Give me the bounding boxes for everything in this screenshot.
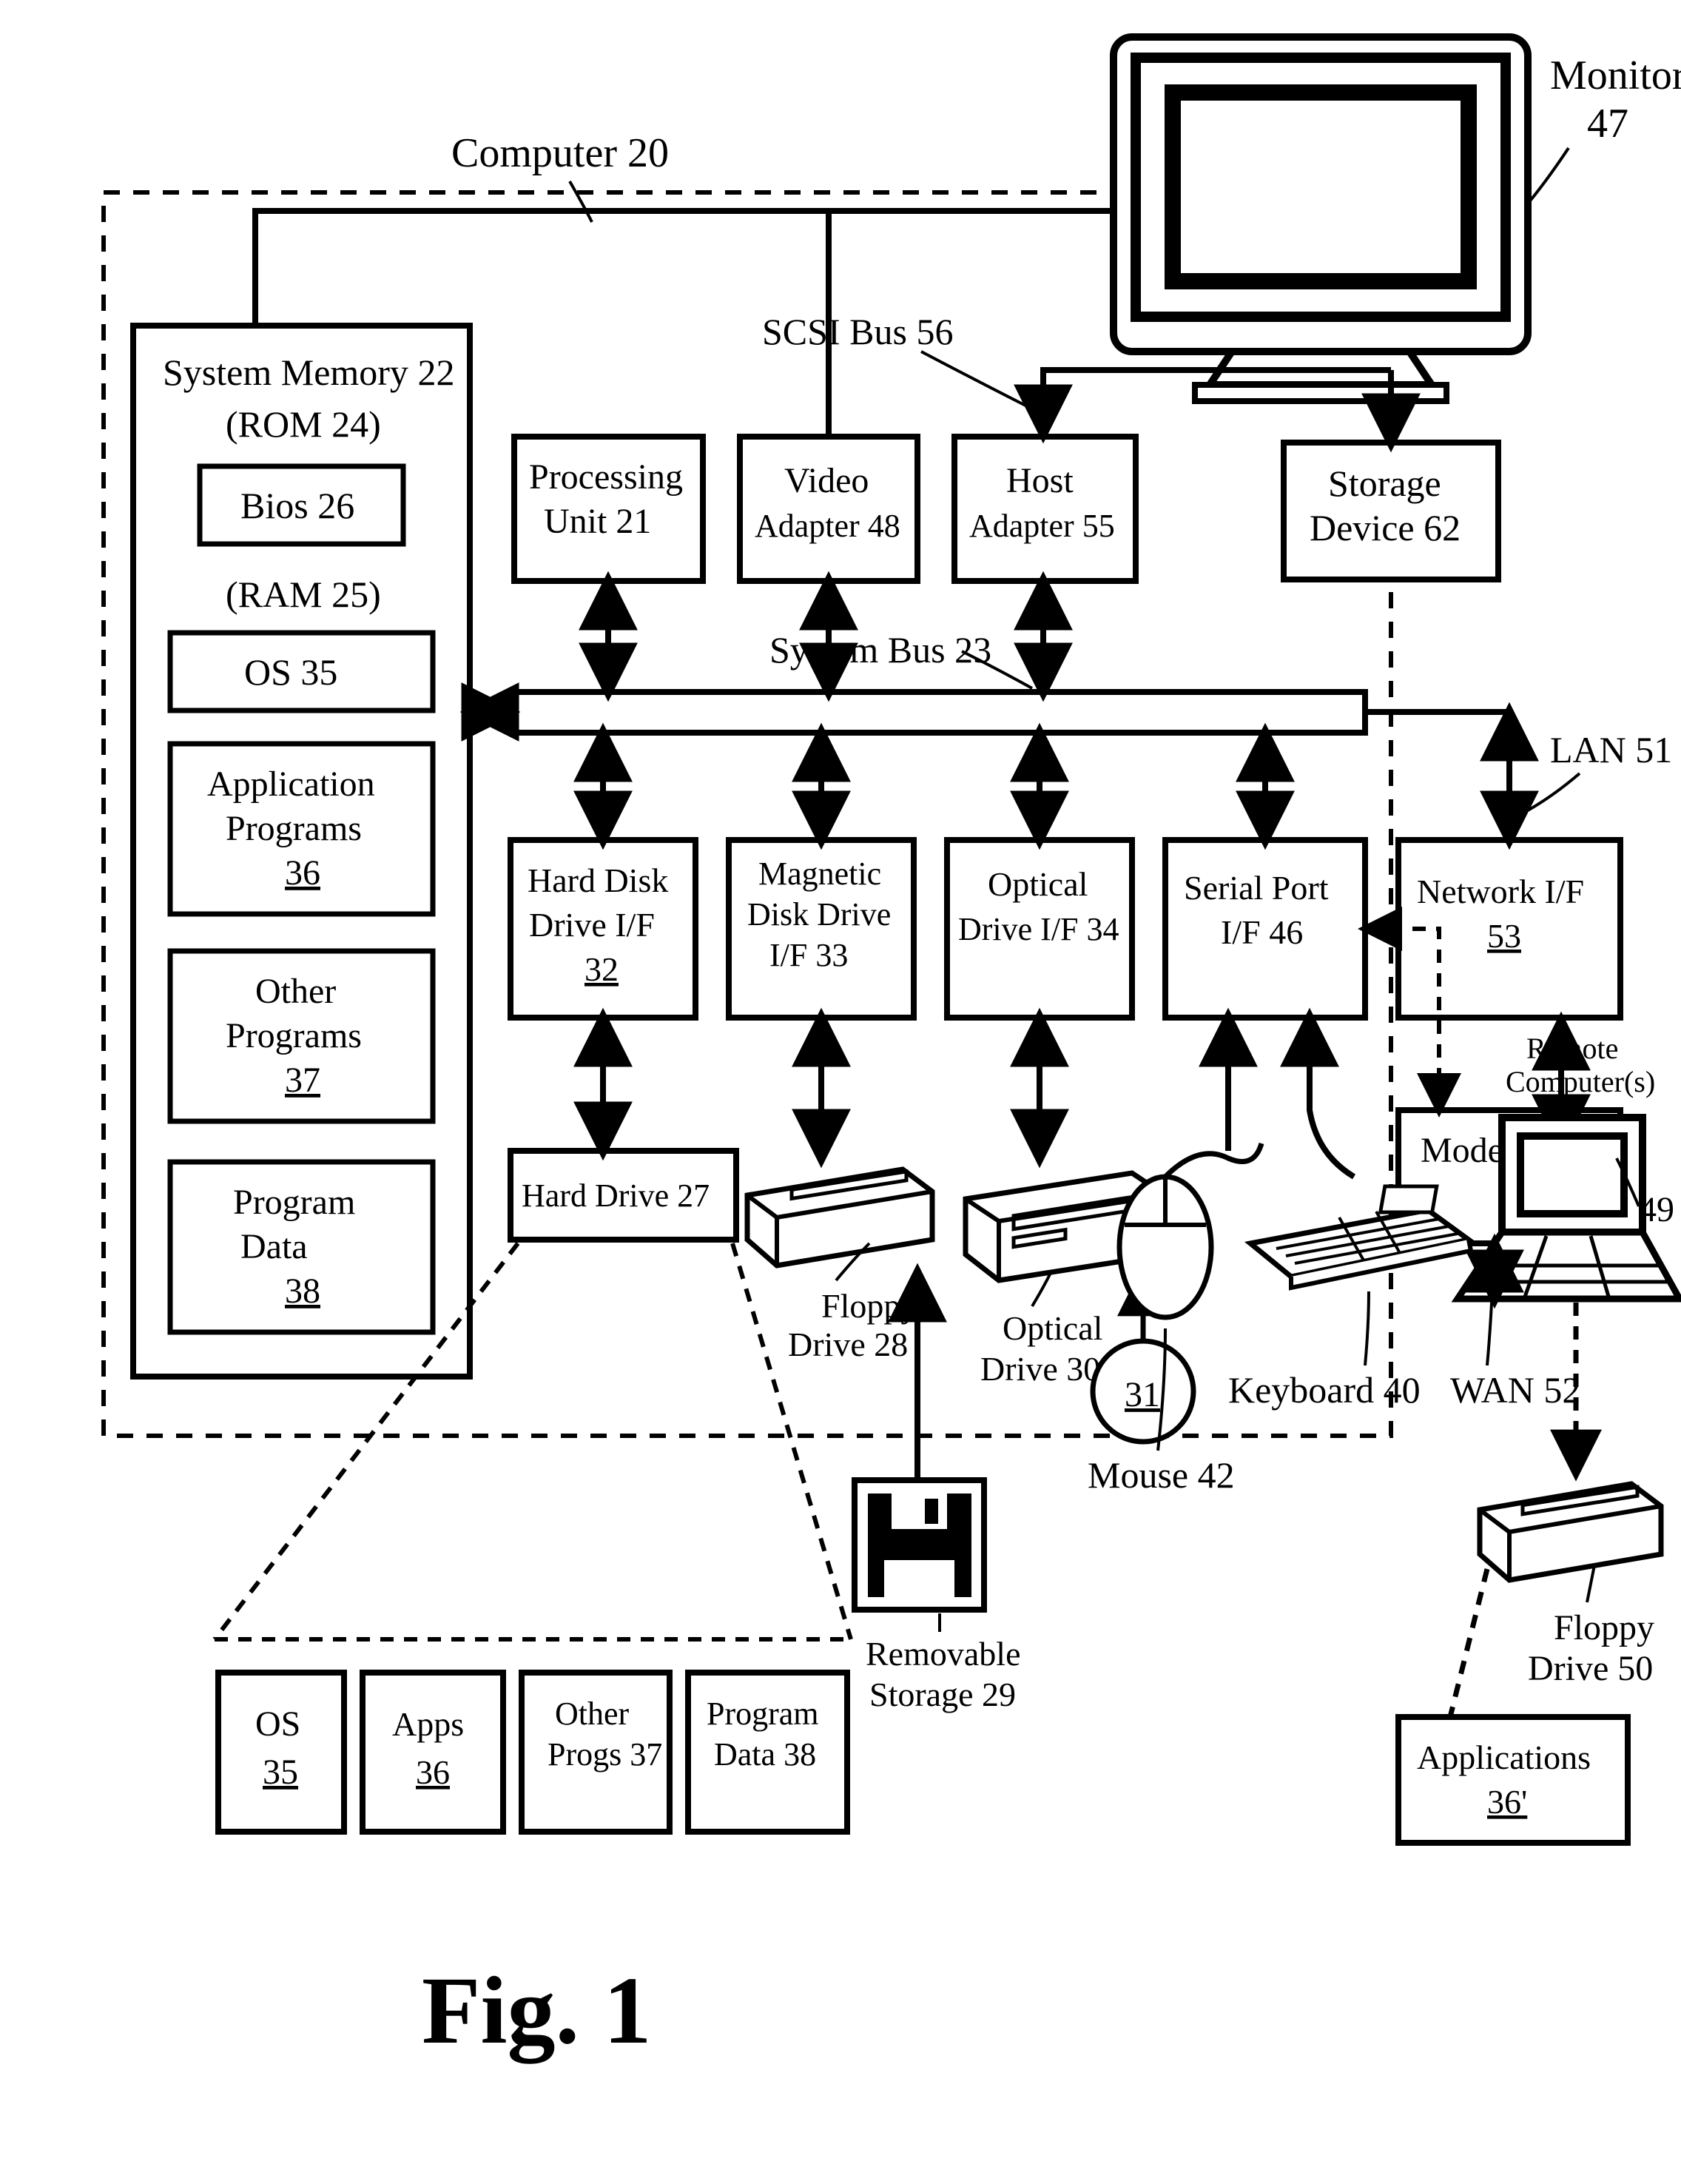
svg-text:Data 38: Data 38 (714, 1736, 816, 1773)
svg-text:38: 38 (285, 1271, 320, 1311)
svg-text:Hard Disk: Hard Disk (528, 861, 668, 899)
floppy-drive-50-icon (1480, 1484, 1661, 1580)
svg-text:Data: Data (240, 1227, 308, 1266)
svg-text:SCSI Bus 56: SCSI Bus 56 (762, 311, 953, 352)
svg-text:(RAM 25): (RAM 25) (226, 574, 381, 615)
svg-text:Program: Program (233, 1183, 355, 1222)
svg-text:Remote: Remote (1526, 1032, 1618, 1065)
svg-text:(ROM 24): (ROM 24) (226, 403, 381, 445)
svg-text:Mouse 42: Mouse 42 (1088, 1454, 1235, 1496)
svg-text:Floppy: Floppy (821, 1287, 917, 1325)
svg-text:I/F 46: I/F 46 (1221, 913, 1303, 951)
svg-text:Host: Host (1006, 461, 1074, 500)
computer-label: Computer 20 (451, 130, 669, 176)
svg-text:Drive 50: Drive 50 (1528, 1649, 1653, 1688)
svg-text:Device 62: Device 62 (1310, 507, 1461, 548)
svg-text:36': 36' (1487, 1783, 1527, 1821)
svg-text:Adapter 48: Adapter 48 (755, 508, 900, 544)
monitor-label: Monitor (1550, 53, 1681, 98)
diagram-svg: Computer 20 Monitor 47 Storage Device 62… (0, 0, 1681, 2184)
svg-text:Hard Drive 27: Hard Drive 27 (522, 1177, 710, 1214)
svg-text:Drive I/F 34: Drive I/F 34 (958, 911, 1119, 947)
svg-text:Drive 28: Drive 28 (788, 1325, 908, 1363)
svg-text:WAN 52: WAN 52 (1450, 1369, 1580, 1411)
svg-text:OS 35: OS 35 (244, 651, 337, 693)
svg-text:Magnetic: Magnetic (758, 856, 881, 892)
bottom-row: OS 35 Apps 36 Other Progs 37 Program Dat… (218, 1673, 847, 1832)
svg-text:Applications: Applications (1417, 1738, 1591, 1776)
svg-text:Other: Other (255, 972, 336, 1011)
svg-text:I/F 33: I/F 33 (769, 937, 848, 973)
monitor-icon (1114, 37, 1528, 401)
svg-text:LAN 51: LAN 51 (1550, 729, 1672, 770)
svg-text:Apps: Apps (392, 1705, 464, 1743)
svg-text:OS: OS (255, 1704, 300, 1744)
svg-text:Progs 37: Progs 37 (548, 1736, 662, 1773)
svg-text:Removable: Removable (866, 1635, 1021, 1673)
monitor-num: 47 (1587, 101, 1628, 147)
system-bus-label: System Bus 23 (769, 629, 991, 671)
svg-text:System Memory 22: System Memory 22 (163, 352, 454, 393)
svg-text:36: 36 (416, 1753, 450, 1791)
svg-text:Application: Application (207, 765, 375, 804)
svg-text:Unit 21: Unit 21 (544, 502, 651, 541)
svg-text:Storage 29: Storage 29 (869, 1676, 1016, 1713)
svg-text:Keyboard 40: Keyboard 40 (1228, 1369, 1421, 1411)
floppy-drive-icon (747, 1169, 932, 1266)
svg-text:Storage: Storage (1328, 463, 1441, 504)
svg-text:Programs: Programs (226, 809, 362, 848)
svg-text:Bios 26: Bios 26 (240, 485, 354, 526)
svg-text:53: 53 (1487, 917, 1521, 955)
svg-text:35: 35 (263, 1753, 298, 1792)
svg-text:Optical: Optical (988, 865, 1088, 903)
svg-text:Other: Other (555, 1696, 630, 1732)
svg-text:Processing: Processing (529, 457, 683, 497)
svg-text:36: 36 (285, 853, 320, 893)
figure-label: Fig. 1 (422, 1958, 652, 2064)
removable-storage-icon (855, 1480, 984, 1610)
svg-text:Optical: Optical (1003, 1309, 1102, 1347)
svg-text:Floppy: Floppy (1554, 1608, 1654, 1647)
svg-text:31: 31 (1125, 1375, 1160, 1414)
svg-text:Programs: Programs (226, 1016, 362, 1055)
svg-text:Drive 30: Drive 30 (980, 1350, 1100, 1388)
svg-text:Drive I/F: Drive I/F (529, 906, 655, 944)
system-bus (511, 692, 1365, 733)
svg-text:Video: Video (784, 461, 869, 500)
svg-text:Network I/F: Network I/F (1417, 873, 1584, 910)
svg-text:32: 32 (585, 950, 619, 988)
svg-text:37: 37 (285, 1061, 320, 1100)
svg-text:Disk Drive: Disk Drive (747, 896, 891, 933)
svg-text:49: 49 (1639, 1190, 1674, 1229)
mouse-icon (1119, 1143, 1261, 1317)
svg-text:Program: Program (707, 1696, 819, 1732)
svg-text:Adapter 55: Adapter 55 (969, 508, 1115, 544)
svg-text:Computer(s): Computer(s) (1506, 1065, 1655, 1098)
svg-text:Serial Port: Serial Port (1184, 869, 1329, 907)
